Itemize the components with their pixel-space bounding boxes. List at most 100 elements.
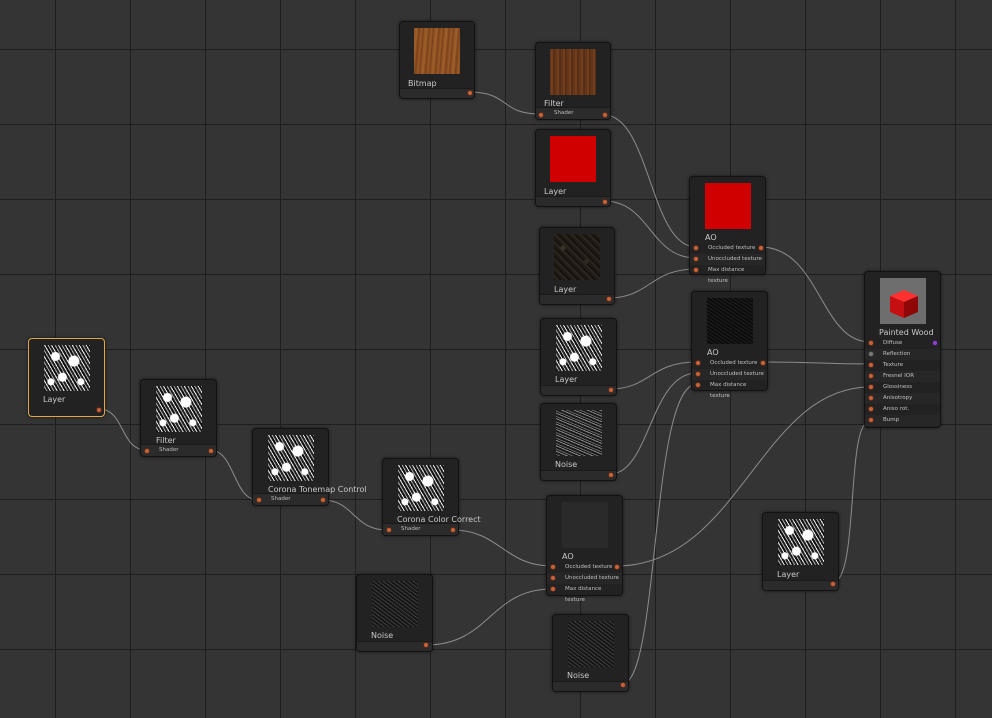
node-title: Layer: [43, 395, 66, 404]
node-title: Layer: [555, 375, 578, 384]
output-port[interactable]: [760, 360, 766, 366]
socket-label: Max distance texture: [565, 586, 602, 603]
input-port[interactable]: [868, 373, 874, 379]
output-port[interactable]: [758, 245, 764, 251]
noise-thumbnail: [567, 621, 614, 667]
socket-row: Occluded texture: [690, 243, 765, 254]
output-port[interactable]: [932, 340, 938, 346]
ao-node-bottom[interactable]: AO Occluded texture Unoccluded texture M…: [546, 495, 623, 603]
ao-thumbnail: [706, 298, 753, 344]
input-port[interactable]: [695, 382, 701, 388]
input-port[interactable]: [868, 340, 874, 346]
layer-node-dark[interactable]: Layer: [539, 227, 615, 305]
ao-thumbnail: [561, 502, 608, 548]
node-footer: [536, 196, 610, 206]
filter-node-top[interactable]: Filter Shader: [535, 42, 611, 120]
input-port[interactable]: [386, 527, 392, 533]
node-title: Layer: [544, 187, 567, 196]
input-port[interactable]: [256, 497, 262, 503]
node-footer: Shader: [253, 493, 328, 505]
output-port[interactable]: [608, 387, 614, 393]
node-footer: [541, 385, 616, 395]
socket-row: Glossiness: [865, 382, 940, 393]
output-port[interactable]: [467, 90, 473, 96]
node-footer: [357, 641, 432, 651]
node-title: Noise: [567, 671, 590, 680]
corona-color-correct-node[interactable]: Corona Color Correct Shader: [382, 458, 481, 536]
socket-label: Aniso rot.: [883, 406, 910, 412]
layer-thumbnail: [550, 136, 596, 182]
input-port[interactable]: [693, 245, 699, 251]
input-port[interactable]: [538, 112, 544, 118]
input-port[interactable]: [868, 395, 874, 401]
socket-row: Texture: [865, 360, 940, 371]
tonemap-thumbnail: [267, 435, 314, 481]
layer-node-mid[interactable]: Layer: [540, 318, 617, 396]
socket-row: Diffuse: [865, 338, 940, 349]
input-port[interactable]: [144, 448, 150, 454]
output-port[interactable]: [606, 296, 612, 302]
node-editor-canvas[interactable]: [0, 0, 992, 718]
output-port[interactable]: [423, 642, 429, 648]
socket-label: Reflection: [883, 351, 911, 357]
socket-label: Fresnel IOR: [883, 373, 915, 379]
output-port[interactable]: [614, 564, 620, 570]
input-port[interactable]: [550, 564, 556, 570]
node-footer: [541, 470, 616, 480]
node-footer: [400, 88, 474, 98]
output-port[interactable]: [830, 581, 836, 587]
layer-node-left-selected[interactable]: Layer: [28, 338, 105, 417]
input-port[interactable]: [868, 417, 874, 423]
output-port[interactable]: [96, 407, 102, 413]
socket-label: Bump: [883, 417, 900, 423]
footer-label: Shader: [159, 447, 179, 453]
input-port[interactable]: [693, 267, 699, 273]
input-port[interactable]: [868, 384, 874, 390]
filter-node-left[interactable]: Filter Shader: [140, 379, 217, 457]
bitmap-node[interactable]: Bitmap: [399, 21, 475, 99]
node-footer: [540, 294, 614, 304]
input-port[interactable]: [695, 360, 701, 366]
socket-label: Glossiness: [883, 384, 913, 390]
input-port[interactable]: [550, 586, 556, 592]
noise-thumbnail: [555, 410, 602, 456]
output-port[interactable]: [608, 472, 614, 478]
input-port[interactable]: [550, 575, 556, 581]
socket-label: Unoccluded texture: [565, 575, 619, 581]
socket-row: Unoccluded texture: [692, 369, 767, 380]
node-title: AO: [705, 233, 717, 242]
input-port[interactable]: [868, 362, 874, 368]
footer-label: Shader: [554, 110, 574, 116]
socket-label: Max distance texture: [710, 382, 747, 399]
noise-node-left[interactable]: Noise: [356, 574, 433, 652]
ao-node-mid[interactable]: AO Occluded texture Unoccluded texture M…: [691, 291, 768, 399]
input-port[interactable]: [868, 406, 874, 412]
socket-label: Max distance texture: [708, 267, 745, 284]
output-port[interactable]: [620, 682, 626, 688]
ao-node-top[interactable]: AO Occluded texture Unoccluded texture M…: [689, 176, 766, 284]
output-port[interactable]: [602, 199, 608, 205]
socket-label: Unoccluded texture: [708, 256, 762, 262]
output-port[interactable]: [450, 527, 456, 533]
socket-row: Unoccluded texture: [690, 254, 765, 265]
node-footer: Shader: [536, 107, 610, 119]
socket-row: Bump: [865, 415, 940, 426]
corona-tonemap-control-node[interactable]: Corona Tonemap Control Shader: [252, 428, 367, 506]
noise-node-mid[interactable]: Noise: [540, 403, 617, 481]
input-port[interactable]: [695, 371, 701, 377]
input-port[interactable]: [693, 256, 699, 262]
socket-row: Aniso rot.: [865, 404, 940, 415]
node-footer: Shader: [141, 444, 216, 456]
painted-wood-material-node[interactable]: Painted Wood Diffuse Reflection Texture …: [864, 271, 941, 428]
input-port[interactable]: [868, 351, 874, 357]
socket-row: Max distance texture: [690, 265, 765, 284]
node-footer: Shader: [383, 523, 458, 535]
output-port[interactable]: [320, 497, 326, 503]
node-footer: [763, 580, 838, 590]
output-port[interactable]: [602, 112, 608, 118]
layer-node-red[interactable]: Layer: [535, 129, 611, 207]
layer-node-right[interactable]: Layer: [762, 512, 839, 591]
output-port[interactable]: [208, 448, 214, 454]
node-title: Noise: [555, 460, 578, 469]
noise-node-bottom[interactable]: Noise: [552, 614, 629, 692]
